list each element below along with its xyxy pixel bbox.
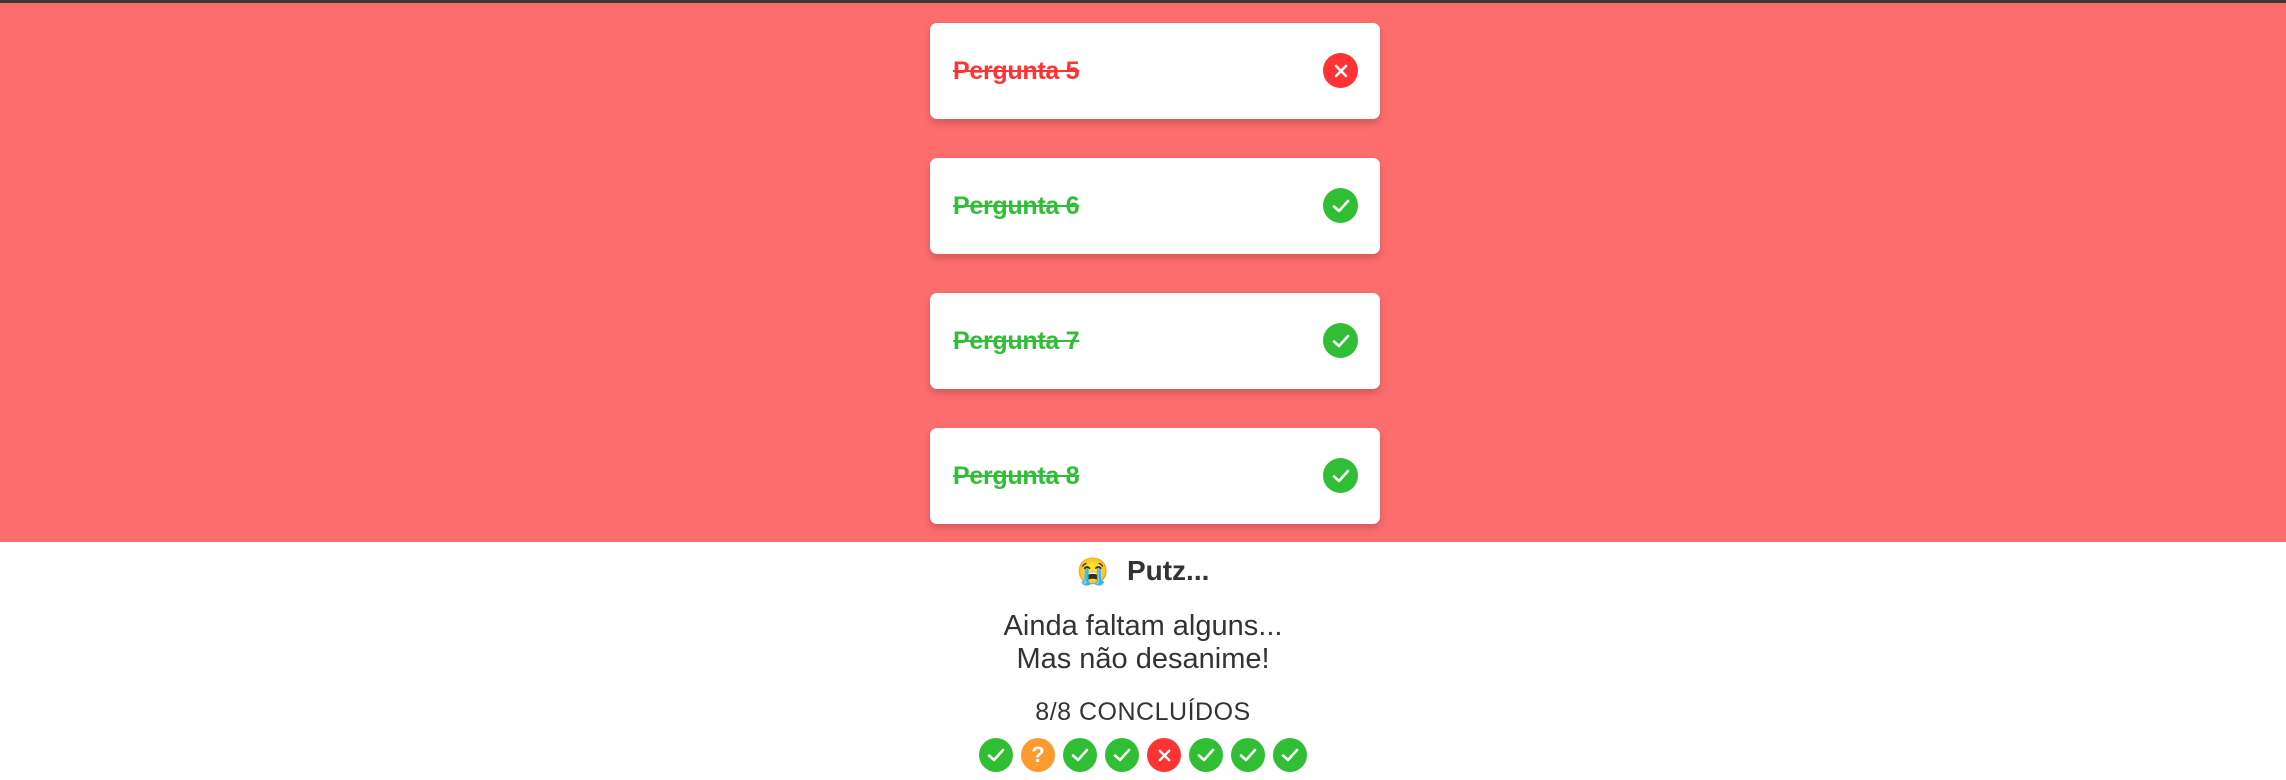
question-card-7[interactable]: Pergunta 7 <box>930 293 1380 389</box>
crying-face-icon: 😭 <box>1076 556 1109 586</box>
result-title: 😭 Putz... <box>0 555 2286 587</box>
check-icon <box>1231 738 1265 772</box>
check-icon <box>1323 188 1358 223</box>
wrong-icon <box>1323 53 1358 88</box>
check-icon <box>1063 738 1097 772</box>
check-icon <box>1273 738 1307 772</box>
question-label: Pergunta 7 <box>953 327 1080 355</box>
result-line-2: Mas não desanime! <box>1016 643 1270 675</box>
question-label: Pergunta 8 <box>953 462 1080 490</box>
question-card-8[interactable]: Pergunta 8 <box>930 428 1380 524</box>
result-line-1: Ainda faltam alguns... <box>1003 610 1283 642</box>
result-title-text: Putz... <box>1126 555 1210 586</box>
check-icon <box>1189 738 1223 772</box>
result-message: Ainda faltam alguns... Mas não desanime! <box>0 610 2286 676</box>
check-icon <box>1323 323 1358 358</box>
completed-count: 8/8 CONCLUÍDOS <box>1035 698 1251 726</box>
check-icon <box>979 738 1013 772</box>
question-mark-icon: ? <box>1021 738 1055 772</box>
check-icon <box>1105 738 1139 772</box>
question-card-6[interactable]: Pergunta 6 <box>930 158 1380 254</box>
wrong-icon <box>1147 738 1181 772</box>
progress-dots: ? <box>0 738 2286 772</box>
question-card-5[interactable]: Pergunta 5 <box>930 23 1380 119</box>
question-label: Pergunta 6 <box>953 192 1080 220</box>
check-icon <box>1323 458 1358 493</box>
question-label: Pergunta 5 <box>953 57 1080 85</box>
